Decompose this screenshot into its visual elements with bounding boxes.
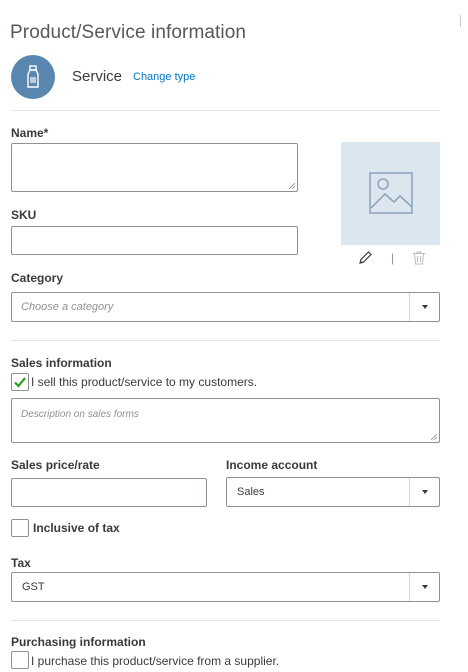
sales-heading: Sales information [11, 356, 112, 370]
resize-grip-icon[interactable] [289, 183, 295, 189]
resize-grip-icon[interactable] [431, 434, 437, 440]
purchasing-heading: Purchasing information [11, 635, 146, 649]
category-placeholder: Choose a category [21, 301, 114, 313]
tax-label: Tax [11, 556, 31, 570]
inclusive-tax-label[interactable]: Inclusive of tax [33, 521, 120, 535]
chevron-down-icon[interactable] [422, 305, 428, 309]
scroll-indicator [460, 15, 461, 27]
sku-label: SKU [11, 208, 37, 222]
name-label: Name* [11, 126, 49, 140]
income-account-select[interactable]: Sales [226, 477, 440, 507]
sell-checkbox-label[interactable]: I sell this product/service to my custom… [31, 375, 257, 389]
sku-field[interactable] [11, 226, 298, 255]
sales-price-label: Sales price/rate [11, 458, 100, 472]
sales-description-field[interactable]: Description on sales forms [11, 398, 440, 443]
sales-price-field[interactable] [11, 478, 207, 507]
chevron-down-icon[interactable] [422, 585, 428, 589]
item-type-label: Service [72, 68, 123, 85]
change-type-link[interactable]: Change type [133, 71, 195, 83]
chevron-down-icon[interactable] [422, 490, 428, 494]
image-placeholder-icon [369, 172, 413, 214]
name-field[interactable] [11, 143, 298, 192]
product-image-placeholder[interactable] [341, 142, 440, 245]
trash-icon[interactable] [412, 251, 426, 265]
purchase-checkbox[interactable] [11, 651, 29, 669]
divider [11, 110, 440, 111]
divider [11, 340, 440, 341]
sales-description-placeholder: Description on sales forms [21, 409, 139, 420]
category-select[interactable]: Choose a category [11, 292, 440, 322]
purchase-checkbox-label[interactable]: I purchase this product/service from a s… [31, 654, 279, 668]
tax-select[interactable]: GST [11, 572, 440, 602]
income-account-label: Income account [226, 458, 318, 472]
divider [11, 620, 440, 621]
item-type-badge [11, 55, 55, 99]
checkmark-icon [14, 377, 26, 388]
bottle-icon [27, 65, 39, 88]
inclusive-tax-checkbox[interactable] [11, 519, 29, 537]
pencil-icon[interactable] [358, 251, 372, 265]
income-account-value: Sales [237, 486, 265, 498]
tax-value: GST [22, 581, 45, 593]
sell-checkbox[interactable] [11, 373, 29, 391]
page-title: Product/Service information [10, 22, 247, 43]
image-action-separator: | [391, 251, 395, 265]
category-label: Category [11, 271, 64, 285]
